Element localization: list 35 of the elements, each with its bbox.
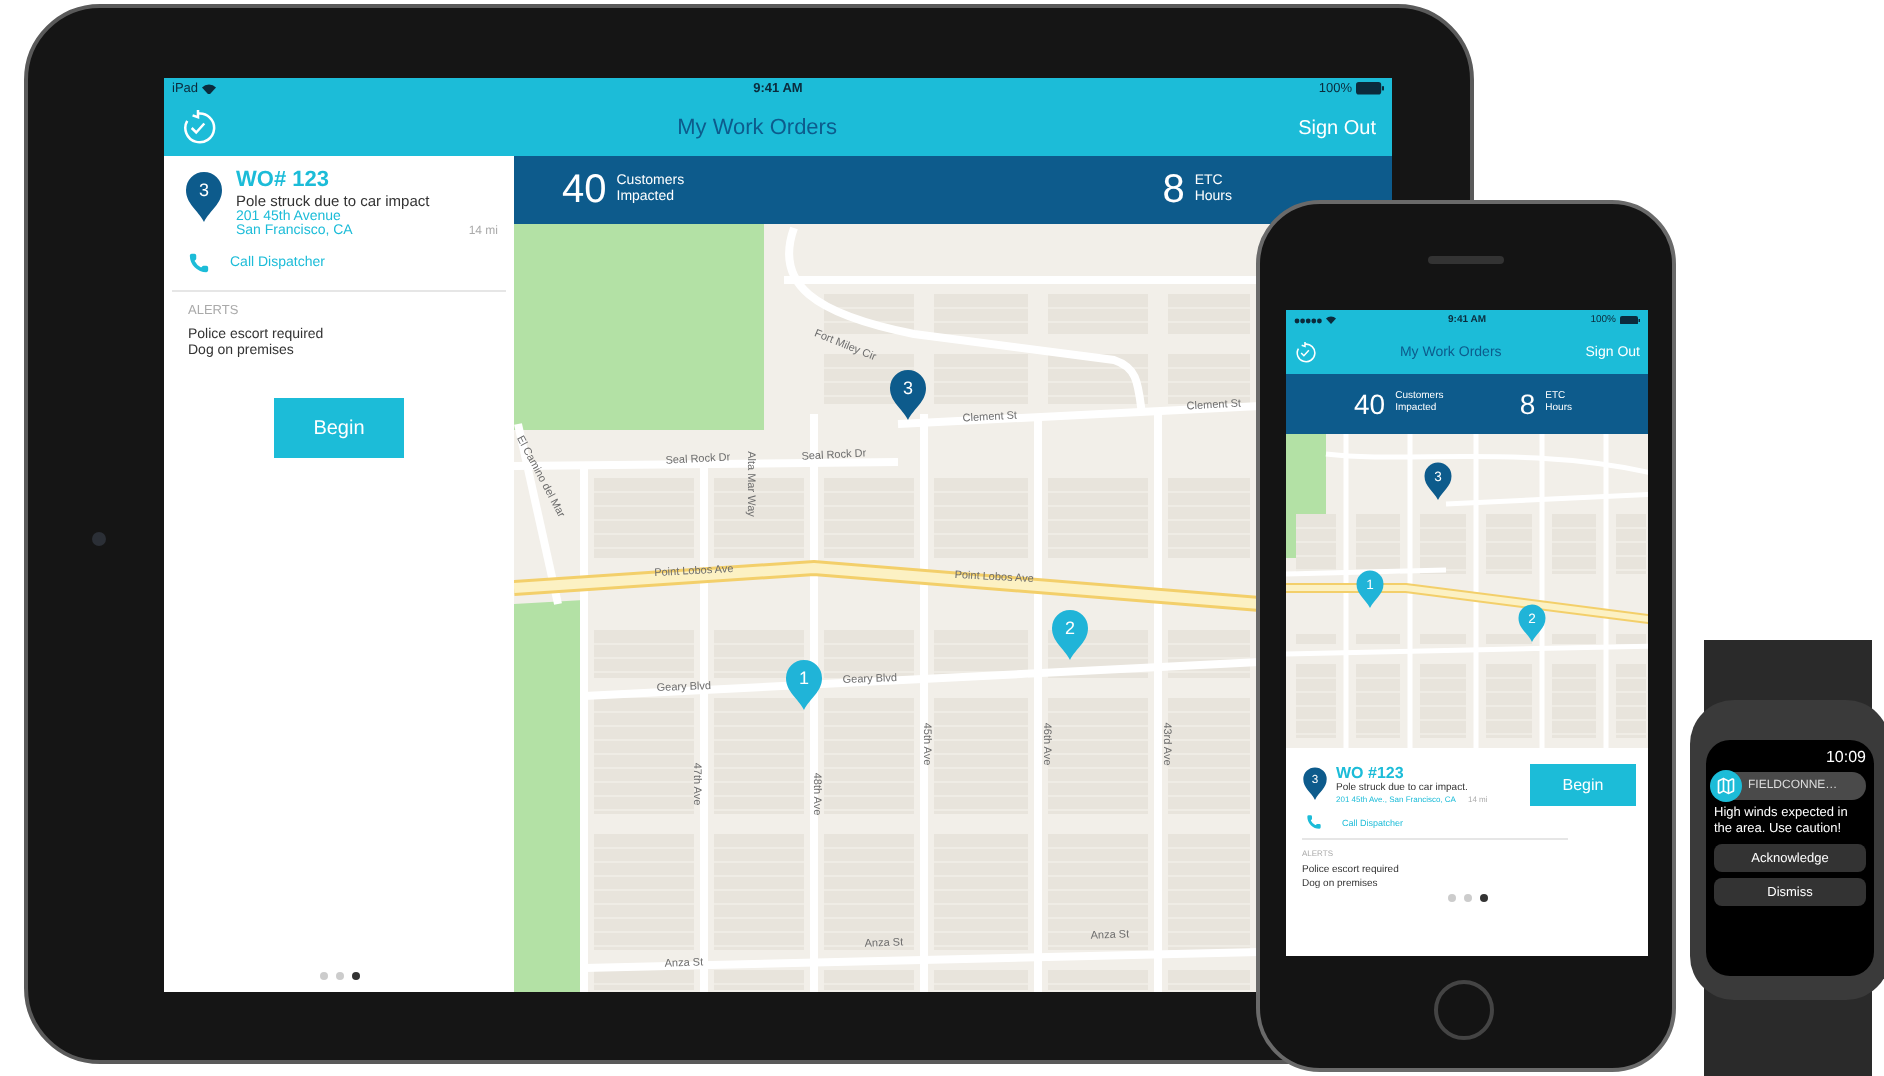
sign-out-button[interactable]: Sign Out <box>1298 117 1376 139</box>
page-dot[interactable] <box>1447 894 1455 902</box>
work-order-number: WO #123 <box>1336 764 1406 782</box>
signal-icon <box>1294 317 1322 323</box>
watch-time: 10:09 <box>1825 748 1866 766</box>
stat-value: 8 <box>1519 388 1536 420</box>
home-button[interactable] <box>1434 980 1494 1040</box>
stat-value: 8 <box>1162 167 1185 213</box>
camera-lens <box>92 532 106 546</box>
map-icon <box>1710 770 1742 802</box>
page-dot[interactable] <box>351 972 359 980</box>
stat-value: 40 <box>1354 388 1386 420</box>
page-dot[interactable] <box>335 972 343 980</box>
phone-icon[interactable] <box>188 252 210 274</box>
wifi-icon <box>202 83 217 95</box>
begin-button[interactable]: Begin <box>1530 764 1636 806</box>
pin-number: 3 <box>199 180 209 200</box>
wifi-icon <box>1326 316 1336 324</box>
map-pin-icon <box>186 172 222 222</box>
page-dot[interactable] <box>1463 894 1471 902</box>
begin-button[interactable]: Begin <box>274 398 404 458</box>
sync-check-icon[interactable] <box>1294 341 1316 363</box>
work-order-number: WO# 123 <box>236 168 331 192</box>
pin-number: 3 <box>903 378 913 398</box>
map-pin-icon <box>1303 767 1327 800</box>
battery-icon <box>1620 315 1640 325</box>
battery-icon <box>1356 82 1384 96</box>
pin-number: 1 <box>799 668 809 688</box>
nav-title: My Work Orders <box>677 116 837 140</box>
page-dot[interactable] <box>1479 894 1487 902</box>
pin-number: 2 <box>1065 618 1075 638</box>
page-dot[interactable] <box>319 972 327 980</box>
phone-icon[interactable] <box>1306 814 1322 830</box>
stat-value: 40 <box>562 167 607 213</box>
sync-check-icon[interactable] <box>180 110 216 146</box>
